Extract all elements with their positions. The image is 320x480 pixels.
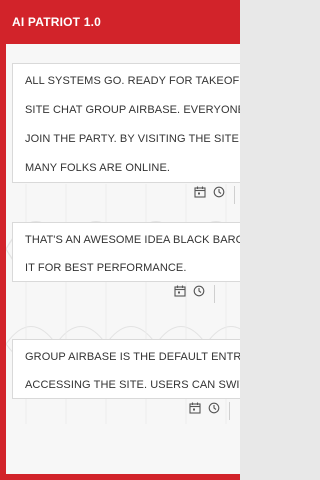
clock-icon (193, 285, 205, 297)
message-text-line: GROUP AIRBASE IS THE DEFAULT ENTRY (25, 351, 240, 363)
clock-icon (213, 186, 225, 198)
meta-divider (234, 186, 235, 204)
message-card[interactable]: ALL SYSTEMS GO. READY FOR TAKEOFF. SITE … (12, 63, 240, 183)
clock-icon (208, 402, 220, 414)
meta-divider (229, 402, 230, 420)
app-title: AI PATRIOT 1.0 (12, 15, 102, 29)
message-meta (12, 402, 240, 424)
message-text-line: SITE CHAT GROUP AIRBASE. EVERYONE I (25, 104, 240, 116)
chat-feed[interactable]: ALL SYSTEMS GO. READY FOR TAKEOFF. SITE … (6, 44, 240, 474)
message-text-line: IT FOR BEST PERFORMANCE. (25, 262, 187, 274)
message-text-line: MANY FOLKS ARE ONLINE. (25, 162, 171, 174)
message-text-line: ACCESSING THE SITE. USERS CAN SWITC (25, 379, 240, 391)
message-card[interactable]: GROUP AIRBASE IS THE DEFAULT ENTRY ACCES… (12, 339, 240, 399)
message-meta (12, 186, 240, 208)
message-card[interactable]: THAT'S AN AWESOME IDEA BLACK BARC IT FOR… (12, 222, 240, 282)
app-header: AI PATRIOT 1.0 (0, 0, 240, 44)
message-meta (12, 285, 240, 307)
message-text-line: THAT'S AN AWESOME IDEA BLACK BARC (25, 234, 240, 246)
frame-border-bottom (0, 474, 240, 480)
meta-divider (214, 285, 215, 303)
message-text-line: JOIN THE PARTY. BY VISITING THE SITE Y (25, 133, 240, 145)
calendar-icon (174, 285, 186, 297)
calendar-icon (189, 402, 201, 414)
message-text-line: ALL SYSTEMS GO. READY FOR TAKEOFF. (25, 75, 240, 87)
calendar-icon (194, 186, 206, 198)
